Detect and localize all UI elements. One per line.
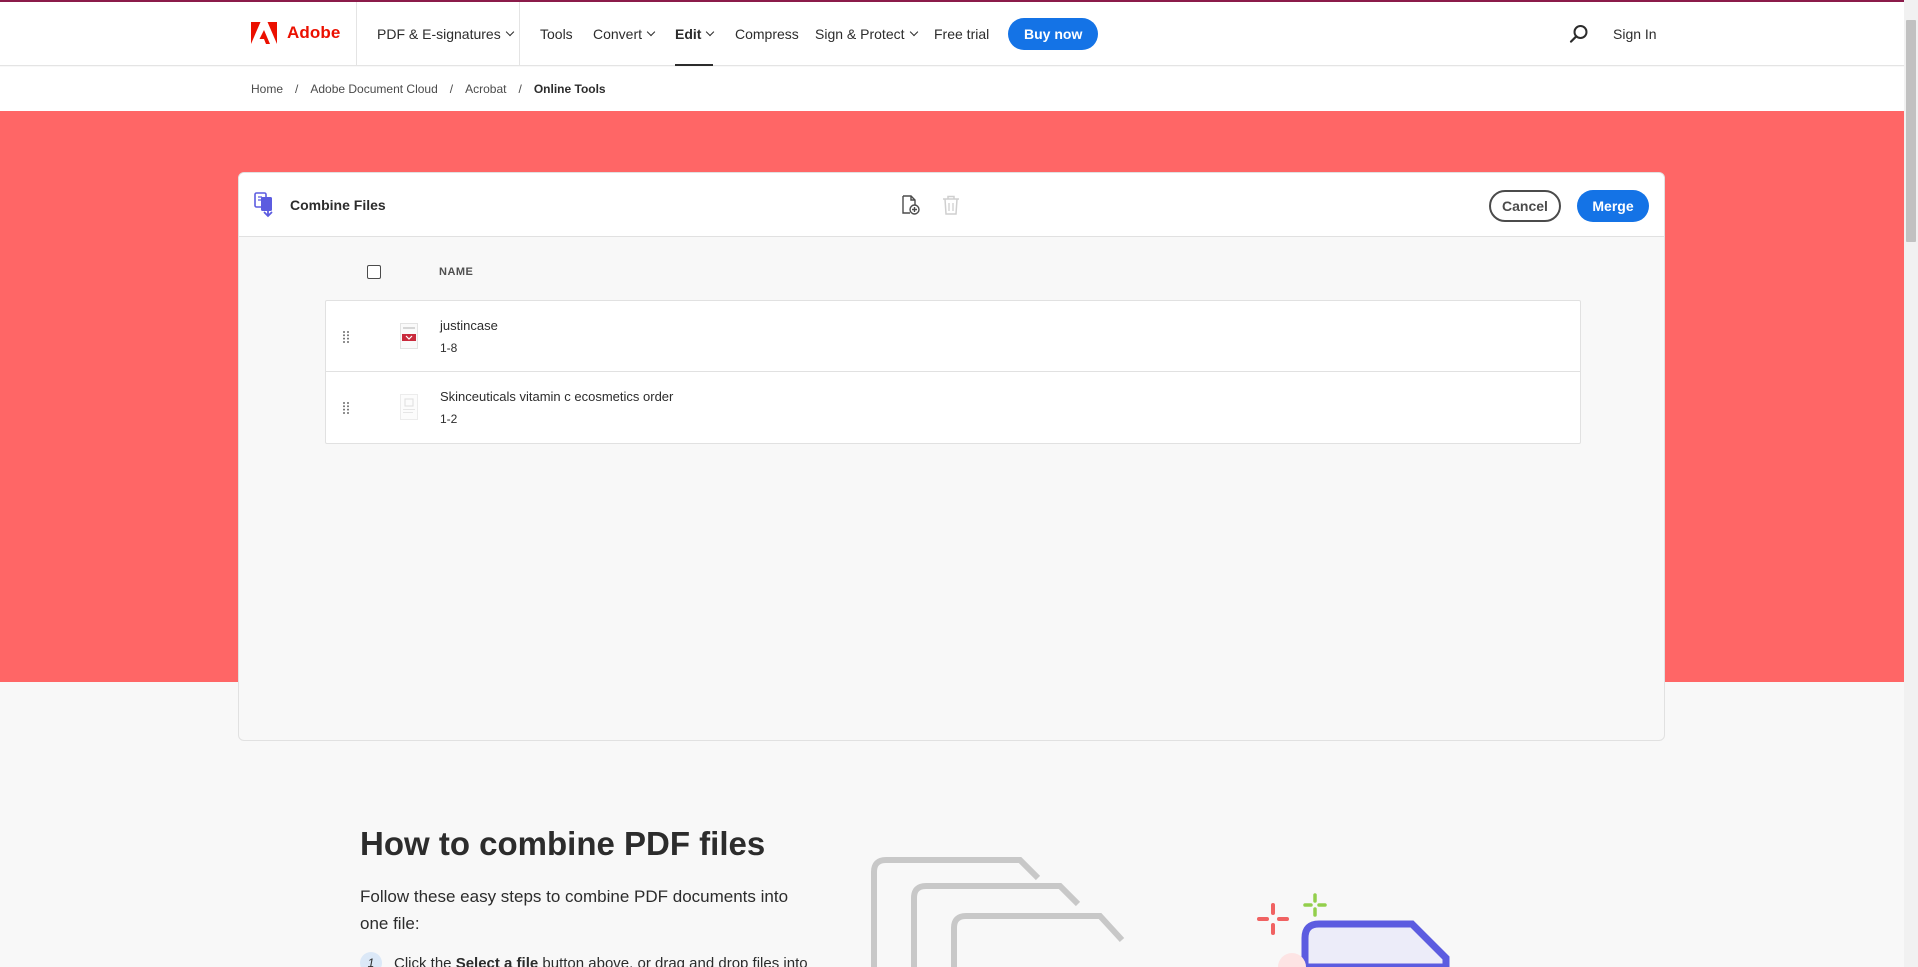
breadcrumb-home[interactable]: Home <box>251 82 283 96</box>
panel-header: Combine Files Cancel Merge <box>239 173 1664 237</box>
breadcrumb-separator: / <box>449 82 454 96</box>
file-name: justincase <box>440 318 498 333</box>
nav-label: Tools <box>540 26 573 42</box>
step-text-pre: Click the <box>394 954 456 967</box>
nav-label: Edit <box>675 26 702 42</box>
file-thumbnail <box>400 323 418 349</box>
nav-convert[interactable]: Convert <box>593 2 656 66</box>
nav-label: PDF & E-signatures <box>377 26 501 42</box>
merge-button[interactable]: Merge <box>1577 190 1649 222</box>
nav-label: Free trial <box>934 26 990 42</box>
select-all-checkbox[interactable] <box>367 265 381 279</box>
chevron-down-icon <box>909 27 918 37</box>
brand-name: Adobe <box>287 23 341 42</box>
breadcrumb-separator: / <box>518 82 522 96</box>
nav-free-trial[interactable]: Free trial <box>934 2 989 66</box>
nav-label: Sign & Protect <box>815 26 905 42</box>
sign-in-link[interactable]: Sign In <box>1613 2 1657 66</box>
adobe-logo-icon <box>251 22 277 44</box>
how-to-step-1: 1 Click the Select a file button above, … <box>360 952 808 967</box>
breadcrumb: Home / Adobe Document Cloud / Acrobat / … <box>0 67 1904 111</box>
how-to-description: Follow these easy steps to combine PDF d… <box>360 887 789 933</box>
breadcrumb-separator: / <box>295 82 299 96</box>
nav-pdf-esignatures[interactable]: PDF & E-signatures <box>377 2 514 66</box>
buy-now-button[interactable]: Buy now <box>1008 18 1099 50</box>
global-header: Adobe PDF & E-signatures Tools Convert E… <box>0 2 1904 66</box>
chevron-down-icon <box>505 27 514 37</box>
drag-handle-icon[interactable] <box>342 330 350 344</box>
combine-files-icon <box>254 192 273 218</box>
file-name: Skinceuticals vitamin c ecosmetics order <box>440 389 674 404</box>
combine-files-illustration <box>871 857 1450 967</box>
step-text: Click the Select a file button above, or… <box>394 955 808 967</box>
nav-divider <box>356 2 357 66</box>
breadcrumb-current: Online Tools <box>533 82 606 96</box>
nav-sign-protect[interactable]: Sign & Protect <box>815 2 918 66</box>
nav-compress[interactable]: Compress <box>735 2 799 66</box>
file-list: justincase 1-8 Skinceuticals vitamin c e… <box>325 300 1581 444</box>
file-row[interactable]: justincase 1-8 <box>326 301 1580 372</box>
file-row[interactable]: Skinceuticals vitamin c ecosmetics order… <box>326 372 1580 443</box>
search-icon[interactable] <box>1569 24 1589 44</box>
file-page-range: 1-2 <box>440 412 458 426</box>
step-text-post: button above, or drag and drop files int… <box>538 954 808 967</box>
file-thumbnail <box>400 394 418 420</box>
vertical-scrollbar[interactable] <box>1904 0 1918 967</box>
scrollbar-thumb[interactable] <box>1906 20 1916 242</box>
panel-title: Combine Files <box>290 197 386 213</box>
cancel-button[interactable]: Cancel <box>1489 190 1561 222</box>
drag-handle-icon[interactable] <box>342 401 350 415</box>
breadcrumb-acrobat[interactable]: Acrobat <box>465 82 506 96</box>
chevron-down-icon <box>646 27 656 37</box>
nav-edit[interactable]: Edit <box>675 2 715 66</box>
nav-label: Compress <box>735 26 799 42</box>
step-number: 1 <box>360 952 382 967</box>
add-file-icon[interactable] <box>900 195 920 215</box>
trash-icon <box>943 195 959 215</box>
breadcrumb-document-cloud[interactable]: Adobe Document Cloud <box>310 82 437 96</box>
name-column-header: NAME <box>439 266 474 278</box>
combine-files-panel: Combine Files Cancel Merge NAME justinca… <box>238 172 1665 741</box>
adobe-logo[interactable]: Adobe <box>251 22 340 44</box>
step-text-bold: Select a file <box>455 954 539 967</box>
nav-tools[interactable]: Tools <box>540 2 573 66</box>
chevron-down-icon <box>706 27 715 37</box>
nav-divider <box>519 2 520 66</box>
file-page-range: 1-8 <box>440 341 458 355</box>
how-to-heading: How to combine PDF files <box>360 825 766 862</box>
nav-label: Convert <box>593 26 643 42</box>
